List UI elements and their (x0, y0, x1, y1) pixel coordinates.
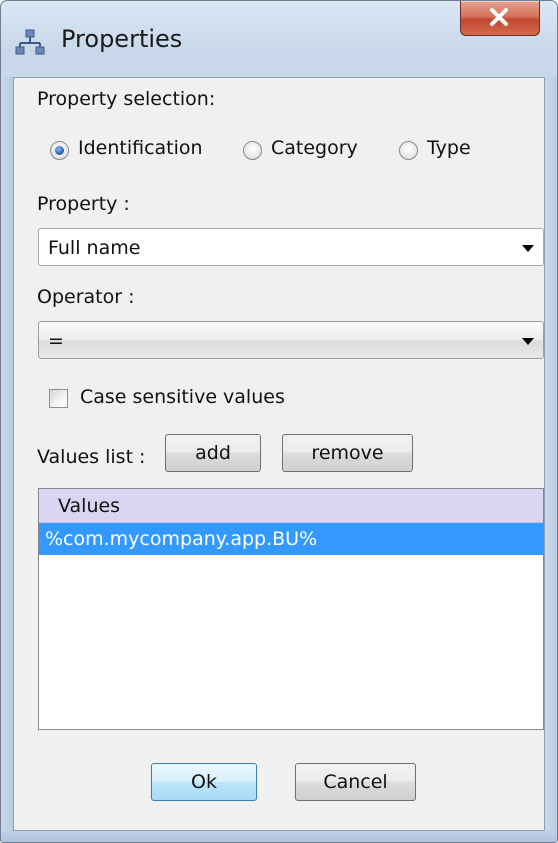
radio-type[interactable] (399, 141, 418, 160)
properties-dialog: Properties Property selection: Identific… (0, 0, 558, 843)
radio-category[interactable] (243, 141, 262, 160)
operator-combo[interactable]: = (38, 321, 544, 359)
frame-right (545, 77, 557, 831)
property-selection-label: Property selection: (37, 88, 216, 110)
window-title: Properties (61, 25, 183, 53)
property-combo[interactable]: Full name (38, 228, 544, 266)
list-item[interactable]: %com.mycompany.app.BU% (39, 523, 543, 555)
property-label: Property : (37, 193, 130, 215)
chevron-down-icon (522, 338, 534, 345)
values-list-label: Values list : (37, 446, 146, 468)
hierarchy-icon (15, 27, 45, 57)
operator-label: Operator : (37, 286, 135, 308)
property-value: Full name (48, 237, 141, 259)
values-column-header[interactable]: Values (39, 489, 543, 523)
frame-left (1, 77, 13, 831)
chevron-down-icon (522, 245, 534, 252)
radio-type-label[interactable]: Type (427, 137, 471, 159)
ok-button[interactable]: Ok (151, 763, 257, 801)
close-icon (490, 8, 508, 26)
cancel-button[interactable]: Cancel (295, 763, 416, 801)
remove-button[interactable]: remove (282, 434, 413, 472)
operator-value: = (48, 330, 64, 352)
close-button[interactable] (460, 1, 540, 36)
dialog-content: Property selection: Identification Categ… (13, 77, 545, 831)
frame-bottom (1, 831, 557, 842)
radio-identification-label[interactable]: Identification (78, 137, 203, 159)
case-sensitive-label[interactable]: Case sensitive values (80, 386, 285, 408)
case-sensitive-checkbox[interactable] (49, 389, 68, 408)
add-button[interactable]: add (165, 434, 261, 472)
radio-identification[interactable] (50, 141, 69, 160)
values-list[interactable]: Values %com.mycompany.app.BU% (38, 488, 544, 730)
radio-category-label[interactable]: Category (271, 137, 358, 159)
title-bar[interactable]: Properties (1, 1, 557, 77)
